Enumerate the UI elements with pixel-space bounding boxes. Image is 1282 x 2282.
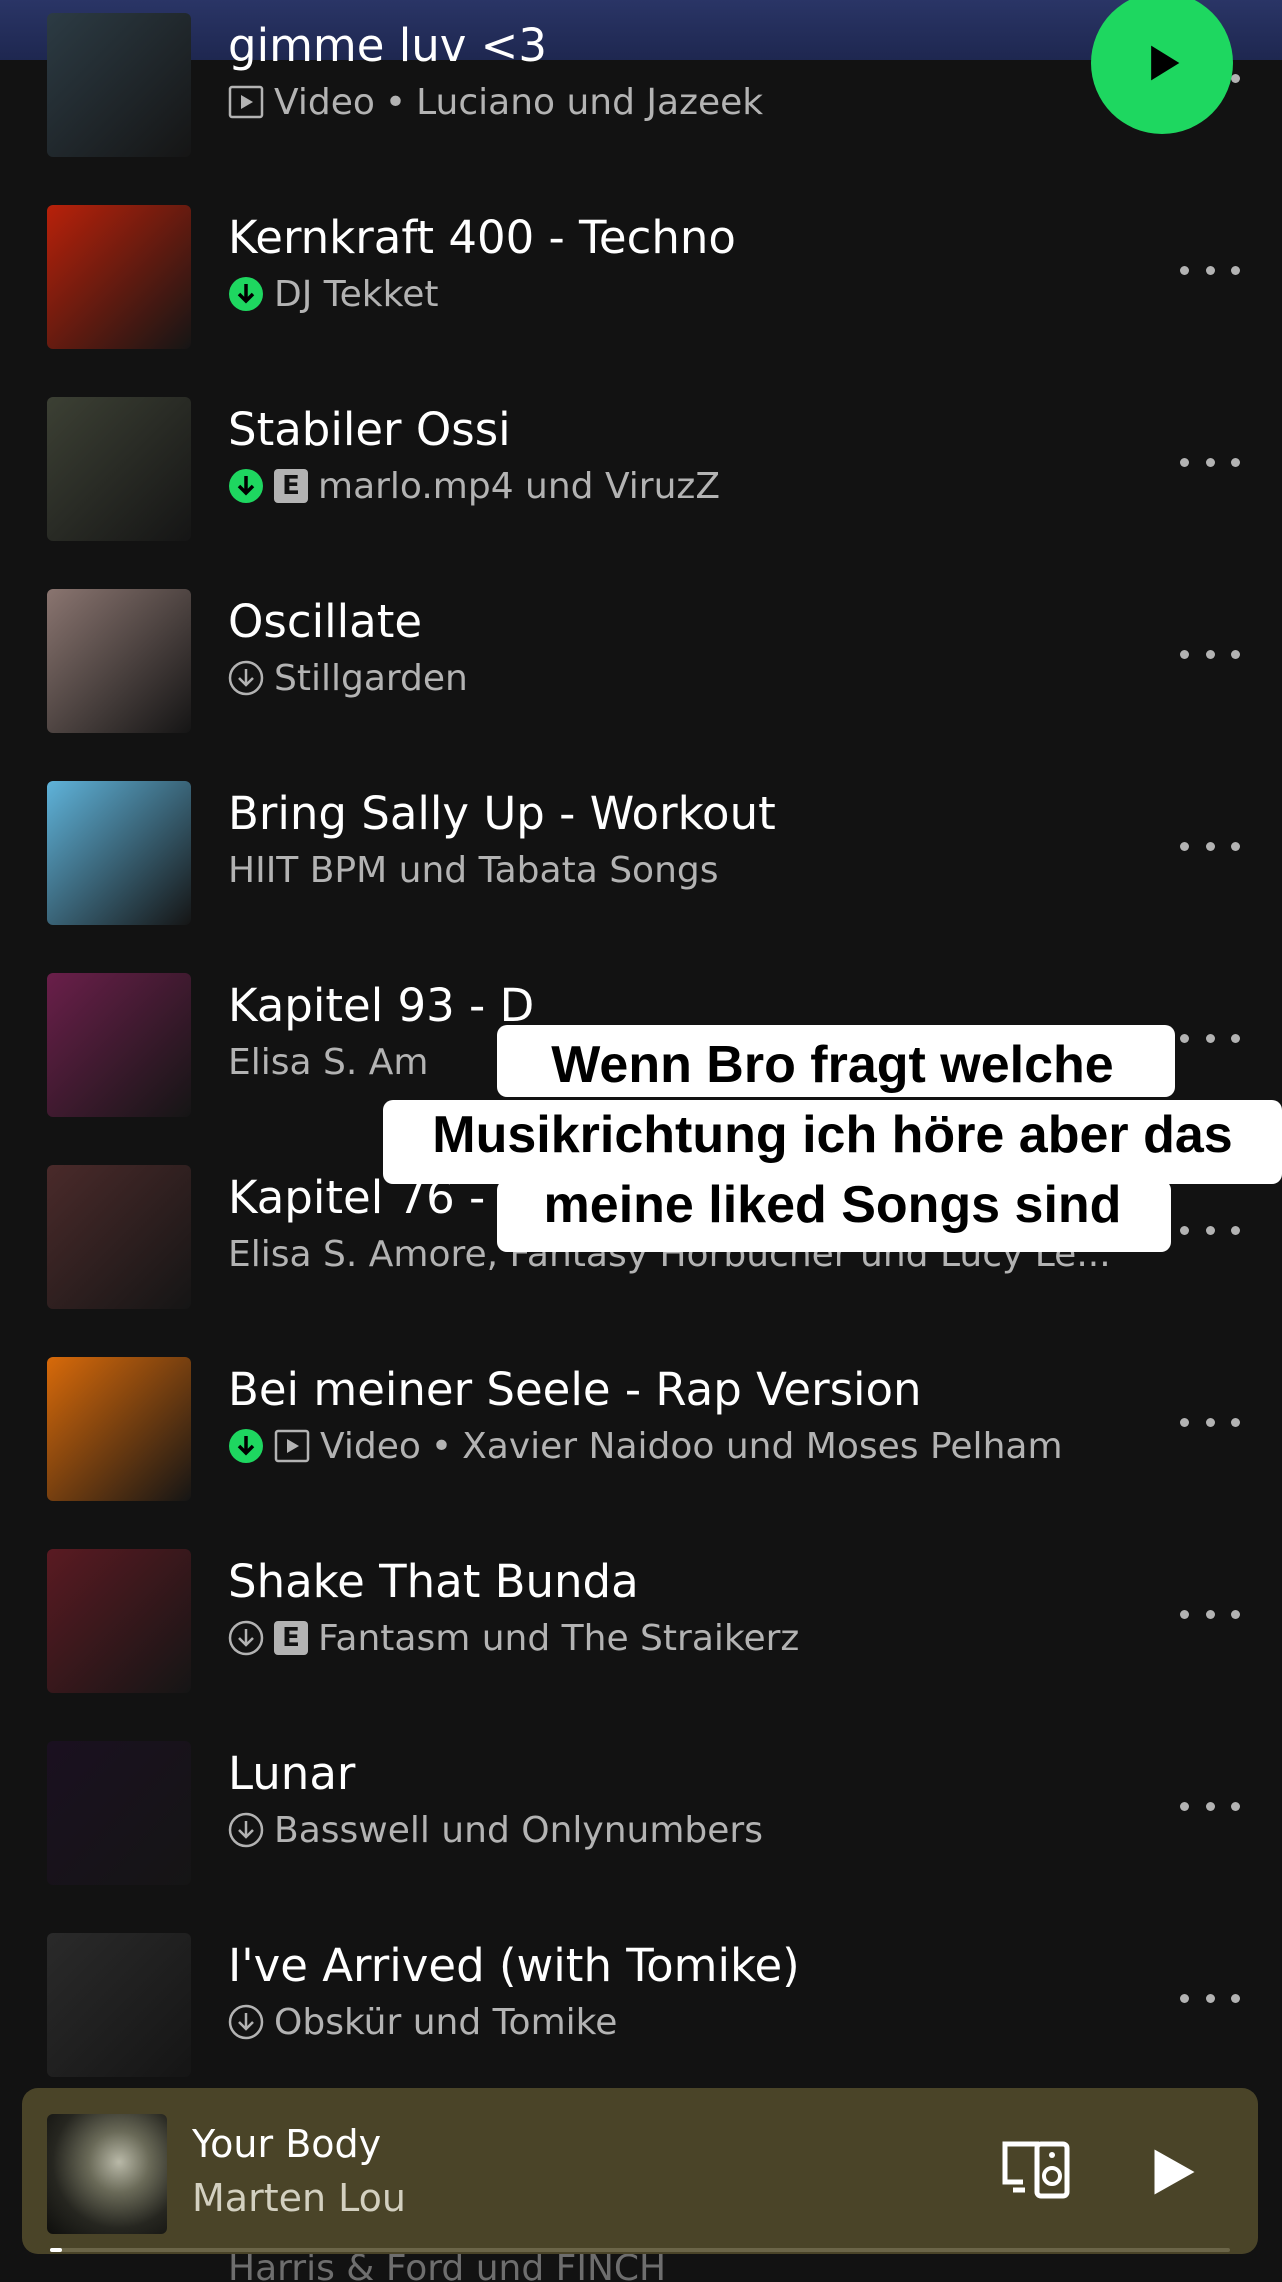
video-label: Video	[320, 1425, 421, 1467]
video-label: Video	[274, 81, 375, 123]
more-options-icon[interactable]	[1180, 258, 1240, 282]
track-row[interactable]: I've Arrived (with Tomike) Obskür und Tom…	[0, 1908, 1282, 2100]
separator: •	[430, 1425, 453, 1467]
track-cover	[47, 397, 191, 541]
more-options-icon[interactable]	[1180, 1410, 1240, 1434]
track-title: Bei meiner Seele - Rap Version	[228, 1363, 922, 1416]
more-options-icon[interactable]	[1180, 1602, 1240, 1626]
playback-progress-fill	[50, 2248, 62, 2252]
now-playing-artist: Marten Lou	[192, 2176, 406, 2220]
video-icon	[228, 85, 264, 119]
track-cover	[47, 1741, 191, 1885]
explicit-badge: E	[274, 1621, 308, 1655]
track-cover	[47, 1933, 191, 2077]
more-options-icon[interactable]	[1180, 834, 1240, 858]
track-row[interactable]: Kernkraft 400 - Techno DJ Tekket	[0, 180, 1282, 372]
track-artists: HIIT BPM und Tabata Songs	[228, 849, 719, 891]
track-title: Kapitel 93 - D	[228, 979, 535, 1032]
track-meta: E Fantasm und The Straikerz	[228, 1616, 799, 1660]
track-meta: Obskür und Tomike	[228, 2000, 617, 2044]
peek-row: Harris & Ford und FINCH	[0, 2254, 1282, 2282]
track-cover	[47, 781, 191, 925]
track-artists: marlo.mp4 und ViruzZ	[318, 465, 720, 507]
track-title: gimme luv <3	[228, 19, 548, 72]
playback-progress[interactable]	[50, 2248, 1230, 2252]
track-cover	[47, 589, 191, 733]
track-meta: Stillgarden	[228, 656, 468, 700]
downloaded-icon	[229, 1429, 263, 1463]
track-artists: Basswell und Onlynumbers	[274, 1809, 763, 1851]
track-row[interactable]: Oscillate Stillgarden	[0, 564, 1282, 756]
more-options-icon[interactable]	[1180, 642, 1240, 666]
download-icon[interactable]	[228, 1812, 264, 1848]
track-meta: Basswell und Onlynumbers	[228, 1808, 763, 1852]
downloaded-icon	[229, 277, 263, 311]
mini-player[interactable]: Your Body Marten Lou	[22, 2088, 1258, 2254]
track-cover	[47, 1549, 191, 1693]
track-artists: Obskür und Tomike	[274, 2001, 618, 2043]
caption-line: Musikrichtung ich höre aber das	[432, 1106, 1233, 1164]
track-meta: Video • Xavier Naidoo und Moses Pelham	[228, 1424, 1063, 1468]
track-cover	[47, 1357, 191, 1501]
track-title: Oscillate	[228, 595, 423, 648]
explicit-badge: E	[274, 469, 308, 503]
caption-line: Wenn Bro fragt welche	[551, 1036, 1114, 1094]
track-meta: Video • Luciano und Jazeek	[228, 80, 763, 124]
separator: •	[384, 81, 407, 123]
track-title: Lunar	[228, 1747, 356, 1800]
track-meta: HIIT BPM und Tabata Songs	[228, 848, 719, 892]
more-options-icon[interactable]	[1180, 1986, 1240, 2010]
caption-line: meine liked Songs sind	[543, 1176, 1122, 1234]
peek-row-text: Harris & Ford und FINCH	[228, 2254, 667, 2282]
track-cover	[47, 1165, 191, 1309]
video-icon	[274, 1429, 310, 1463]
now-playing-title: Your Body	[192, 2122, 382, 2166]
track-title: I've Arrived (with Tomike)	[228, 1939, 800, 1992]
track-cover	[47, 13, 191, 157]
more-options-icon[interactable]	[1180, 450, 1240, 474]
track-artists: Luciano und Jazeek	[416, 81, 764, 123]
now-playing-cover	[47, 2114, 167, 2234]
play-icon[interactable]	[1142, 2142, 1202, 2202]
track-meta: Emarlo.mp4 und ViruzZ	[228, 464, 720, 508]
track-artists: Xavier Naidoo und Moses Pelham	[462, 1425, 1063, 1467]
track-title: Shake That Bunda	[228, 1555, 639, 1608]
track-cover	[47, 205, 191, 349]
connect-devices-icon[interactable]	[999, 2138, 1075, 2202]
track-row[interactable]: Bring Sally Up - Workout HIIT BPM und Tab…	[0, 756, 1282, 948]
play-icon	[1151, 45, 1180, 81]
downloaded-icon	[229, 469, 263, 503]
more-options-icon[interactable]	[1180, 1794, 1240, 1818]
track-artists: DJ Tekket	[274, 273, 439, 315]
track-meta: DJ Tekket	[228, 272, 438, 316]
track-title: Stabiler Ossi	[228, 403, 511, 456]
track-row[interactable]: Bei meiner Seele - Rap Version Video • Xavi…	[0, 1332, 1282, 1524]
track-artists: Fantasm und The Straikerz	[318, 1617, 800, 1659]
track-row[interactable]: Shake That Bunda E Fantasm und The Straike…	[0, 1524, 1282, 1716]
track-row[interactable]: Stabiler Ossi Emarlo.mp4 und ViruzZ	[0, 372, 1282, 564]
track-title: Bring Sally Up - Workout	[228, 787, 776, 840]
track-title: Kernkraft 400 - Techno	[228, 211, 736, 264]
download-icon[interactable]	[228, 2004, 264, 2040]
track-row[interactable]: gimme luv <3 Video • Luciano und Jazeek	[0, 0, 1282, 180]
caption-overlay: Wenn Bro fragt welche Musikrichtung ich …	[383, 1030, 1282, 1240]
track-artists: Stillgarden	[274, 657, 468, 699]
track-cover	[47, 973, 191, 1117]
download-icon[interactable]	[228, 660, 264, 696]
track-row[interactable]: Lunar Basswell und Onlynumbers	[0, 1716, 1282, 1908]
download-icon[interactable]	[228, 1620, 264, 1656]
